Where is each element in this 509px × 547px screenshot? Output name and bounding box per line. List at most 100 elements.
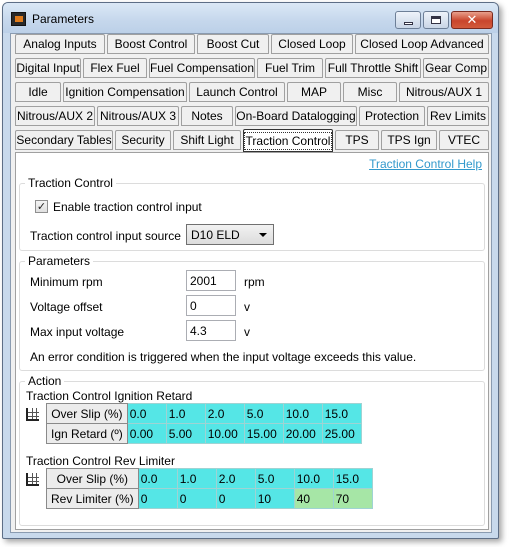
table-cell[interactable]: 10.0 (293, 468, 334, 489)
table-cell[interactable]: 15.00 (243, 423, 284, 444)
tab-misc[interactable]: Misc (343, 82, 397, 102)
tab-ignition-compensation[interactable]: Ignition Compensation (63, 82, 187, 102)
max-input-voltage-label: Max input voltage (30, 325, 125, 339)
table-cell[interactable]: 5.0 (254, 468, 295, 489)
tab-label: Notes (191, 109, 223, 123)
input-source-label: Traction control input source (30, 229, 181, 243)
table-cell[interactable]: 0.00 (126, 423, 167, 444)
table-cell[interactable]: 1.0 (176, 468, 217, 489)
tab-fuel-trim[interactable]: Fuel Trim (257, 58, 323, 78)
minimize-icon (403, 21, 413, 25)
tab-protection[interactable]: Protection (359, 106, 425, 126)
tab-label: Security (121, 133, 165, 147)
table-cell[interactable]: 1.0 (165, 403, 206, 424)
tab-label: Idle (28, 85, 48, 99)
input-source-select[interactable]: D10 ELD (186, 224, 274, 245)
voltage-offset-unit: v (244, 300, 250, 314)
table-cell[interactable]: 5.00 (165, 423, 206, 444)
tab-label: On-Board Datalogging (236, 109, 356, 123)
table-cell[interactable]: 10.0 (282, 403, 323, 424)
enable-traction-control-checkbox[interactable]: ✓ (35, 200, 48, 213)
tab-label: Nitrous/AUX 3 (99, 109, 177, 123)
tab-boost-cut[interactable]: Boost Cut (197, 34, 269, 54)
table-cell[interactable]: 10 (254, 488, 295, 509)
tab-closed-loop[interactable]: Closed Loop (271, 34, 353, 54)
table-cell[interactable]: 2.0 (215, 468, 256, 489)
grid-icon[interactable] (26, 473, 39, 486)
tab-rev-limits[interactable]: Rev Limits (427, 106, 489, 126)
tab-flex-fuel[interactable]: Flex Fuel (83, 58, 147, 78)
tab-label: Misc (357, 85, 383, 99)
close-button[interactable]: ✕ (451, 11, 493, 29)
tab-tps-ign[interactable]: TPS Ign (381, 130, 437, 150)
tab-label: TPS (345, 133, 369, 147)
action-group: Action Traction Control Ignition Retard … (19, 374, 485, 526)
parameters-group: Parameters Minimum rpm 2001 rpm Voltage … (19, 254, 485, 371)
tab-label: Ignition Compensation (65, 85, 185, 99)
tab-notes[interactable]: Notes (181, 106, 233, 126)
tab-secondary-tables[interactable]: Secondary Tables (15, 130, 113, 150)
tab-label: Protection (364, 109, 420, 123)
tab-boost-control[interactable]: Boost Control (107, 34, 195, 54)
table-cell[interactable]: 0.0 (137, 468, 178, 489)
tab-analog-inputs[interactable]: Analog Inputs (15, 34, 105, 54)
traction-control-help-link[interactable]: Traction Control Help (369, 157, 482, 171)
app-icon (11, 12, 26, 26)
table-cell[interactable]: 25.00 (321, 423, 362, 444)
table-cell[interactable]: 0.0 (126, 403, 167, 424)
tab-fuel-compensation[interactable]: Fuel Compensation (149, 58, 255, 78)
tab-map[interactable]: MAP (287, 82, 341, 102)
tab-closed-loop-advanced[interactable]: Closed Loop Advanced (355, 34, 489, 54)
voltage-offset-label: Voltage offset (30, 300, 103, 314)
minimize-button[interactable] (395, 11, 421, 29)
grid-icon[interactable] (26, 408, 39, 421)
table-cell[interactable]: 0 (137, 488, 178, 509)
minimum-rpm-input[interactable]: 2001 (186, 270, 236, 291)
tab-nitrous-aux-1[interactable]: Nitrous/AUX 1 (399, 82, 489, 102)
table-cell[interactable]: 20.00 (282, 423, 323, 444)
close-icon: ✕ (466, 12, 478, 28)
tab-label: Analog Inputs (23, 37, 97, 51)
max-input-voltage-unit: v (244, 325, 250, 339)
tab-label: Flex Fuel (90, 61, 140, 75)
table-cell[interactable]: 15.0 (332, 468, 373, 489)
tab-digital-input[interactable]: Digital Input (15, 58, 81, 78)
input-source-value: D10 ELD (191, 228, 240, 242)
tab-full-throttle-shift[interactable]: Full Throttle Shift (325, 58, 421, 78)
ignition-retard-table: Over Slip (%) 0.0 1.0 2.0 5.0 10.0 15.0 … (46, 403, 362, 444)
tab-security[interactable]: Security (115, 130, 171, 150)
tab-label: Traction Control (243, 131, 333, 150)
tab-gear-comp[interactable]: Gear Comp (423, 58, 489, 78)
traction-control-panel: Traction Control Help Traction Control ✓… (15, 152, 489, 530)
tab-label: Closed Loop Advanced (360, 37, 484, 51)
tab-label: Launch Control (196, 85, 278, 99)
tab-label: Digital Input (16, 61, 80, 75)
ign-retard-header: Ign Retard (º) (46, 423, 128, 444)
tab-label: Fuel Trim (264, 61, 315, 75)
table-cell[interactable]: 0 (215, 488, 256, 509)
max-input-voltage-input[interactable]: 4.3 (186, 320, 236, 341)
table-cell[interactable]: 5.0 (243, 403, 284, 424)
tab-label: VTEC (447, 133, 480, 147)
parameters-window: Parameters ✕ Analog Inputs Boost Control… (2, 2, 499, 539)
tab-on-board-datalogging[interactable]: On-Board Datalogging (235, 106, 357, 126)
tab-vtec[interactable]: VTEC (439, 130, 489, 150)
tab-tps[interactable]: TPS (335, 130, 379, 150)
table-cell[interactable]: 10.00 (204, 423, 245, 444)
table-cell[interactable]: 2.0 (204, 403, 245, 424)
tab-nitrous-aux-2[interactable]: Nitrous/AUX 2 (15, 106, 95, 126)
table-cell[interactable]: 70 (332, 488, 373, 509)
tab-shift-light[interactable]: Shift Light (173, 130, 241, 150)
table-cell[interactable]: 0 (176, 488, 217, 509)
table-cell[interactable]: 40 (293, 488, 334, 509)
tab-nitrous-aux-3[interactable]: Nitrous/AUX 3 (97, 106, 179, 126)
maximize-icon (431, 16, 441, 24)
tab-traction-control[interactable]: Traction Control (243, 129, 333, 152)
error-condition-note: An error condition is triggered when the… (30, 350, 417, 364)
table-cell[interactable]: 15.0 (321, 403, 362, 424)
maximize-button[interactable] (423, 11, 449, 29)
tab-launch-control[interactable]: Launch Control (189, 82, 285, 102)
ignition-retard-title: Traction Control Ignition Retard (26, 389, 193, 403)
tab-idle[interactable]: Idle (15, 82, 61, 102)
voltage-offset-input[interactable]: 0 (186, 295, 236, 316)
